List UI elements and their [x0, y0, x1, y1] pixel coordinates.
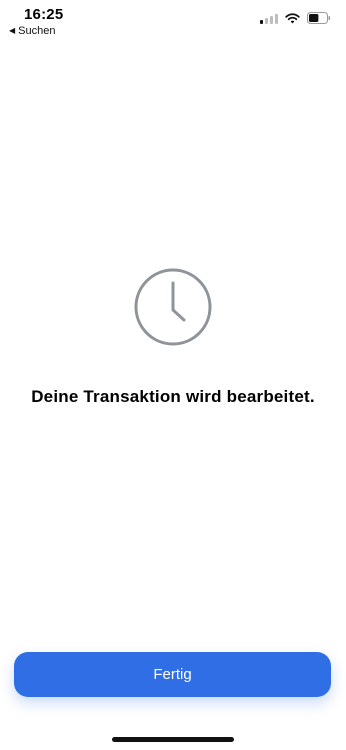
done-button-label: Fertig	[153, 666, 192, 683]
back-arrow-icon: ◀	[9, 26, 16, 35]
status-time: 16:25	[24, 6, 64, 23]
status-icons	[260, 12, 331, 24]
done-button[interactable]: Fertig	[14, 652, 331, 697]
transaction-processing-message: Deine Transaktion wird bearbeitet.	[31, 387, 315, 406]
home-indicator[interactable]	[112, 737, 234, 742]
clock-icon	[133, 267, 213, 347]
back-to-search-link[interactable]: ◀ Suchen	[9, 25, 55, 37]
wifi-icon	[285, 12, 300, 24]
cellular-signal-icon	[260, 13, 278, 24]
battery-icon	[307, 12, 331, 24]
status-bar: 16:25 ◀ Suchen	[0, 0, 346, 42]
back-link-label: Suchen	[18, 25, 56, 37]
